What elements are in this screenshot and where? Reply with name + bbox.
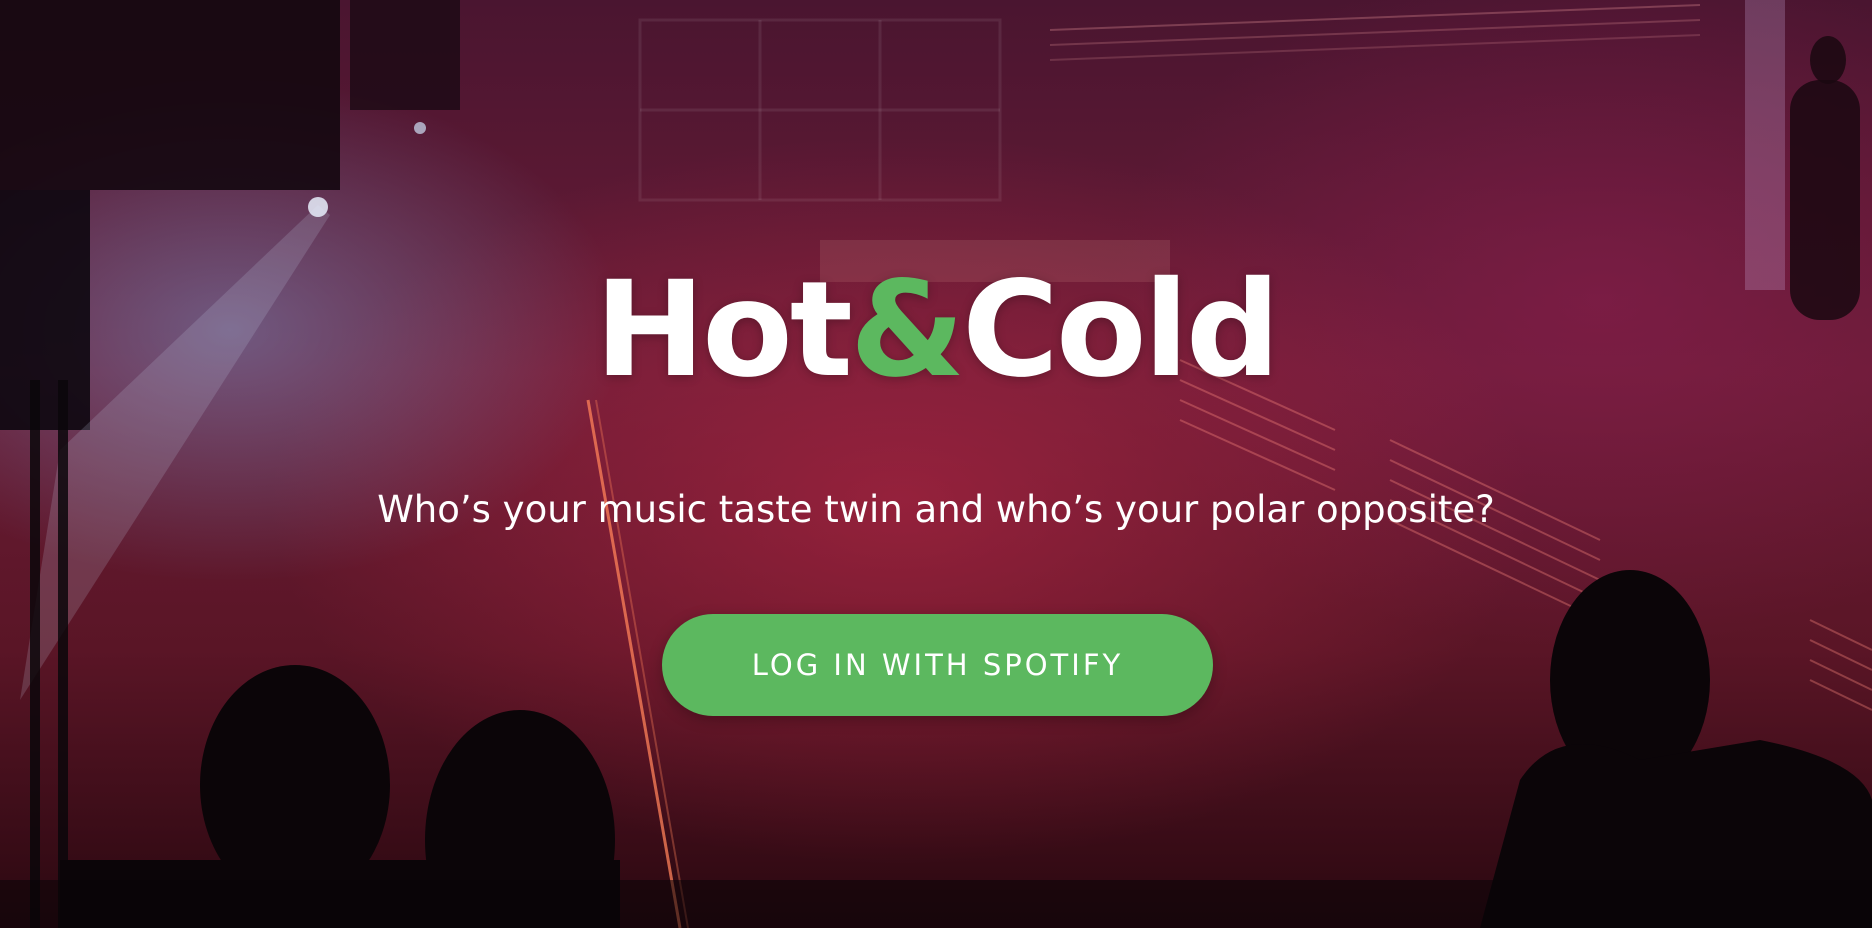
logo-text-cold: Cold: [962, 253, 1280, 407]
hero-content: Hot&Cold Who’s your music taste twin and…: [0, 0, 1872, 928]
logo-text-hot: Hot: [594, 253, 853, 407]
hero-section: Hot&Cold Who’s your music taste twin and…: [0, 0, 1872, 928]
logo-ampersand: &: [849, 253, 965, 407]
tagline: Who’s your music taste twin and who’s yo…: [377, 488, 1495, 531]
app-logo: Hot&Cold: [0, 250, 1872, 410]
login-with-spotify-button[interactable]: LOG IN WITH SPOTIFY: [662, 614, 1213, 716]
